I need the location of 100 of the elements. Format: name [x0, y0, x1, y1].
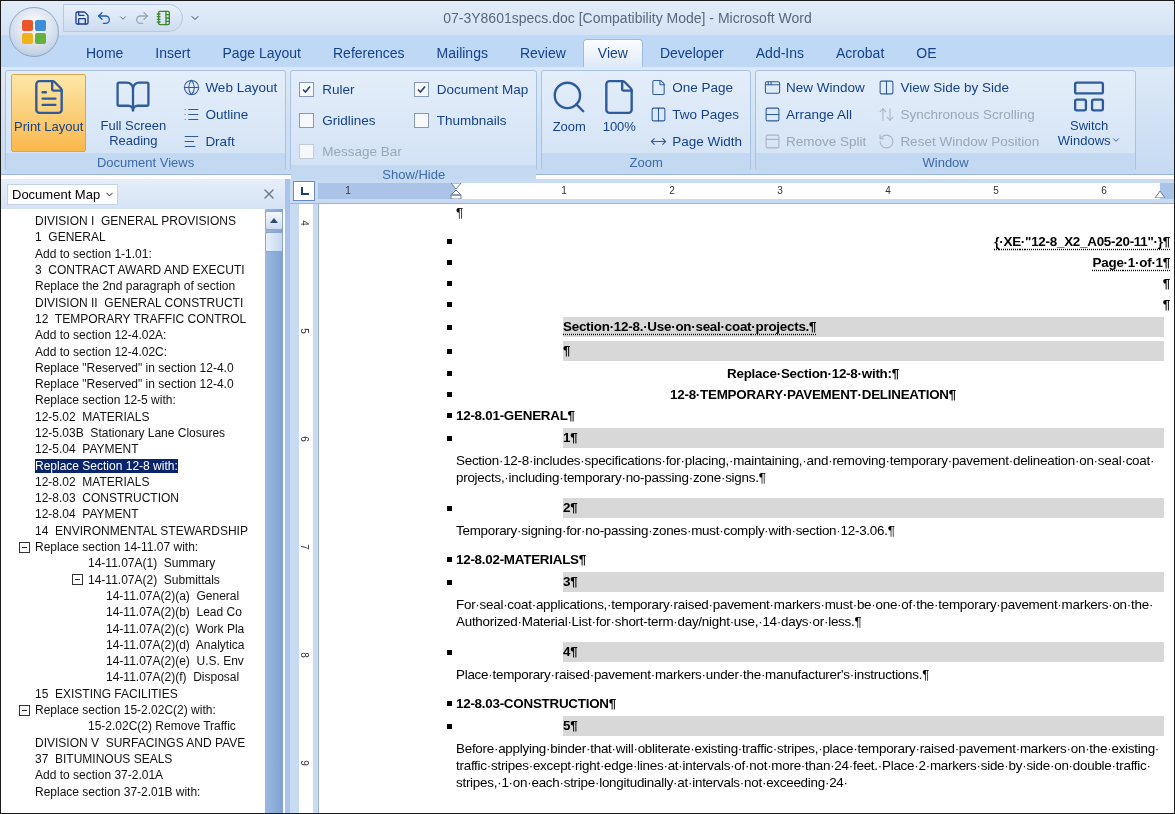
- ribbon-button[interactable]: Two Pages: [647, 103, 746, 126]
- tab-stop-button[interactable]: [293, 181, 315, 201]
- outline-item[interactable]: 14-11.07A(2)(f) Disposal: [106, 670, 240, 685]
- page-icon: [650, 79, 668, 96]
- checkbox[interactable]: Ruler: [296, 76, 405, 103]
- ribbon-button[interactable]: Arrange All: [761, 103, 870, 126]
- checkbox[interactable]: Thumbnails: [410, 107, 532, 134]
- ruler-number: 1: [561, 184, 567, 198]
- ruler-number: 5: [298, 328, 309, 334]
- ribbon-button[interactable]: Draft: [180, 130, 281, 153]
- heading: {·XE·"12-8_X2_A05-20-11"·}¶: [993, 233, 1170, 250]
- ribbon-tab[interactable]: Mailings: [421, 39, 503, 67]
- ribbon-tab[interactable]: Review: [504, 39, 581, 67]
- indent-marker-icon[interactable]: [450, 183, 462, 199]
- outline-item[interactable]: Replace section 12-5 with:: [35, 393, 176, 408]
- outline-item[interactable]: Replace "Reserved" in section 12-4.0: [35, 360, 234, 375]
- ribbon-button[interactable]: One Page: [647, 76, 746, 99]
- heading: 12-8.01-GENERAL¶: [456, 407, 576, 424]
- shaded-paragraph: Section·12-8.·Use·on·seal·coat·projects.¶: [563, 317, 1164, 337]
- outline-item[interactable]: 14-11.07A(2) Submittals: [88, 572, 220, 587]
- collapse-icon[interactable]: [19, 704, 30, 716]
- ruler-number: 7: [298, 544, 309, 550]
- scroll-thumb[interactable]: [265, 232, 283, 252]
- outline-item[interactable]: 15-2.02C(2) Remove Traffic: [88, 719, 236, 734]
- shaded-paragraph: 3¶: [563, 572, 1164, 592]
- ribbon-button[interactable]: Print Layout: [11, 74, 87, 152]
- scroll-up-button[interactable]: [265, 211, 283, 230]
- outline-item[interactable]: Replace the 2nd paragraph of section: [35, 279, 236, 294]
- redo-icon[interactable]: [134, 10, 150, 26]
- dropdown-caret-icon[interactable]: [118, 13, 128, 23]
- outline-item[interactable]: 14-11.07A(2)(a) General: [106, 588, 240, 603]
- outline-item[interactable]: Replace section 37-2.01B with:: [35, 784, 201, 799]
- pane-menu[interactable]: Document Map: [7, 183, 119, 205]
- ribbon-button[interactable]: Full Screen Reading: [92, 74, 175, 152]
- right-indent-icon[interactable]: [1154, 190, 1166, 198]
- outline-item[interactable]: DIVISION V SURFACINGS AND PAVE: [35, 735, 246, 750]
- outline-item[interactable]: 15 EXISTING FACILITIES: [35, 686, 178, 701]
- collapse-icon[interactable]: [72, 574, 83, 586]
- shaded-paragraph: 4¶: [563, 642, 1164, 662]
- outline-item[interactable]: 12-5.03B Stationary Lane Closures: [35, 426, 226, 440]
- outline-item[interactable]: 37 BITUMINOUS SEALS: [35, 751, 173, 766]
- ribbon-tab[interactable]: Home: [71, 39, 139, 67]
- outline-item[interactable]: 12-5.04 PAYMENT: [35, 442, 139, 457]
- outline-item[interactable]: 14-11.07A(1) Summary: [88, 556, 216, 571]
- ribbon-button[interactable]: Web Layout: [180, 76, 281, 99]
- outline-item[interactable]: Replace Section 12-8 with:: [35, 458, 178, 473]
- outline-item[interactable]: Add to section 1-1.01:: [35, 246, 152, 261]
- outline-item[interactable]: 14-11.07A(2)(b) Lead Co: [106, 605, 242, 620]
- outline-item[interactable]: 12-5.02 MATERIALS: [35, 409, 150, 424]
- checkbox[interactable]: Gridlines: [296, 107, 405, 134]
- group-label: Zoom: [542, 153, 751, 173]
- ribbon-tab[interactable]: View: [582, 39, 643, 67]
- ribbon-tab[interactable]: References: [318, 39, 420, 67]
- outline-item[interactable]: 12-8.02 MATERIALS: [35, 474, 150, 489]
- collapse-icon[interactable]: [19, 541, 30, 553]
- ribbon-tab[interactable]: Page Layout: [207, 39, 316, 67]
- outline-item[interactable]: 3 CONTRACT AWARD AND EXECUTI: [35, 263, 245, 278]
- ribbon-tab[interactable]: Acrobat: [821, 39, 900, 67]
- outline-item[interactable]: Add to section 37-2.01A: [35, 768, 164, 783]
- heading: Page·1·of·1¶: [1091, 254, 1170, 271]
- outline-item[interactable]: 12-8.04 PAYMENT: [35, 507, 139, 522]
- ruler-number: 2: [669, 184, 675, 198]
- outline-item[interactable]: DIVISION I GENERAL PROVISIONS: [35, 214, 236, 229]
- checkbox[interactable]: Document Map: [410, 76, 532, 103]
- ruler-number: 4: [885, 184, 891, 198]
- outline-item[interactable]: 14 ENVIRONMENTAL STEWARDSHIP: [35, 523, 248, 538]
- ribbon-tab[interactable]: OE: [901, 39, 952, 67]
- ribbon-button[interactable]: Zoom: [547, 74, 592, 152]
- save-icon[interactable]: [74, 10, 90, 26]
- outline-item[interactable]: Add to section 12-4.02A:: [35, 328, 167, 343]
- ribbon-button[interactable]: New Window: [761, 76, 870, 99]
- outline-item[interactable]: 14-11.07A(2)(e) U.S. Env: [106, 654, 244, 669]
- ribbon-button[interactable]: View Side by Side: [875, 76, 1043, 99]
- ribbon-button[interactable]: Outline: [180, 103, 281, 126]
- outline-item[interactable]: Add to section 12-4.02C:: [35, 344, 168, 359]
- outline-item[interactable]: 12-8.03 CONSTRUCTION: [35, 491, 180, 506]
- outline-item[interactable]: 12 TEMPORARY TRAFFIC CONTROL: [35, 311, 247, 326]
- paragraph: Before·applying·binder·that·will·obliterate·existing·traffic·stripes,·place·temporary·raised·pavement·markers·on·the·existing·traffic·stripes·except·right·edge·lines·at·intervals·of·not·more·than·24·feet.·Place·2·markers·side·by·side·on·double·traffic·stripes,·1·on·each·stripe·longitudinally·at·intervals·not·exceeding·24·: [456, 740, 1161, 791]
- ribbon-tab[interactable]: Developer: [644, 39, 739, 67]
- shaded-paragraph: 1¶: [563, 428, 1164, 448]
- ribbon-tab[interactable]: Insert: [140, 39, 206, 67]
- scrollbar[interactable]: [265, 209, 283, 813]
- ribbon-button[interactable]: Page Width: [647, 130, 746, 153]
- outline-item[interactable]: 14-11.07A(2)(d) Analytica: [106, 637, 245, 652]
- ruler-number: 3: [777, 184, 783, 198]
- ribbon-tab[interactable]: Add-Ins: [740, 39, 820, 67]
- outline-item[interactable]: 14-11.07A(2)(c) Work Pla: [106, 621, 245, 636]
- split-icon: [764, 133, 782, 150]
- outline-item[interactable]: DIVISION II GENERAL CONSTRUCTI: [35, 295, 244, 310]
- group-label: Document Views: [6, 153, 286, 173]
- notebook-icon[interactable]: [156, 10, 172, 26]
- outline-item[interactable]: Replace section 14-11.07 with:: [35, 540, 199, 555]
- outline-item[interactable]: Replace section 15-2.02C(2) with:: [35, 703, 216, 718]
- ribbon-button[interactable]: 100%: [597, 74, 642, 152]
- undo-icon[interactable]: [96, 10, 112, 26]
- shaded-paragraph: 5¶: [563, 716, 1164, 736]
- paragraph: Section·12-8·includes·specifications·for·placing,·maintaining,·and·removing·temporary·pavement·delineation·on·seal·coat·projects,·including·temporary·no-passing·zone·signs.¶: [456, 452, 1156, 486]
- outline-item[interactable]: Replace "Reserved" in section 12-4.0: [35, 377, 234, 392]
- ribbon-button[interactable]: Switch Windows: [1048, 74, 1131, 152]
- outline-item[interactable]: 1 GENERAL: [35, 230, 106, 245]
